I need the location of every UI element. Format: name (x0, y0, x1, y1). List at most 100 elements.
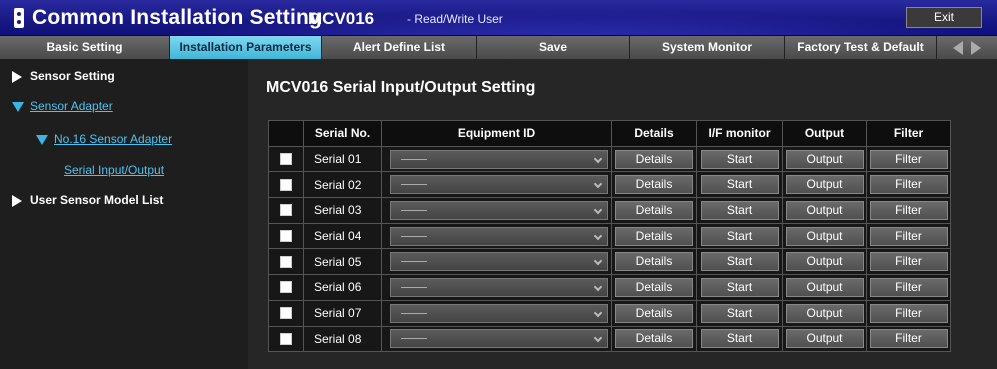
output-button[interactable]: Output (785, 175, 864, 195)
column-header-output: Output (782, 120, 867, 147)
if-monitor-start-button[interactable]: Start (700, 277, 779, 297)
equipment-id-select[interactable] (390, 226, 608, 246)
details-button[interactable]: Details (615, 175, 693, 195)
monitor-cell: Start (696, 171, 783, 199)
details-button[interactable]: Details (615, 149, 693, 169)
if-monitor-start-button[interactable]: Start (700, 329, 779, 349)
sidebar-item-sensor-adapter[interactable]: Sensor Adapter (12, 99, 113, 113)
chevron-down-icon (593, 257, 603, 266)
serial-no: Serial 05 (303, 248, 382, 276)
filter-button[interactable]: Filter (869, 175, 948, 195)
tab-scroll-right-icon[interactable] (971, 40, 981, 55)
sidebar-item-sensor-setting[interactable]: Sensor Setting (12, 69, 115, 83)
if-monitor-start-button[interactable]: Start (700, 200, 779, 220)
output-button[interactable]: Output (785, 149, 864, 169)
details-button[interactable]: Details (615, 277, 693, 297)
serial-no: Serial 01 (303, 145, 382, 173)
details-button[interactable]: Details (615, 200, 693, 220)
column-header-equipment-id: Equipment ID (381, 120, 612, 147)
main-tabs: Basic Setting Installation Parameters Al… (0, 36, 997, 59)
table-row: Serial 08 Details Start Output Filter (268, 325, 951, 353)
empty-value-dash (401, 184, 427, 186)
output-button[interactable]: Output (785, 200, 864, 220)
sidebar-item-no16-sensor-adapter[interactable]: No.16 Sensor Adapter (36, 132, 172, 146)
table-header-row: Serial No. Equipment ID Details I/F moni… (268, 120, 951, 147)
tab-alert-define-list[interactable]: Alert Define List (322, 36, 477, 59)
equipment-id-select[interactable] (390, 175, 608, 195)
triangle-right-icon (12, 70, 22, 83)
if-monitor-start-button[interactable]: Start (700, 303, 779, 323)
filter-button[interactable]: Filter (869, 303, 948, 323)
tab-scroll-left-icon[interactable] (953, 40, 963, 55)
table-row: Serial 02 Details Start Output Filter (268, 171, 951, 199)
details-cell: Details (611, 248, 697, 276)
filter-button[interactable]: Filter (869, 200, 948, 220)
details-button[interactable]: Details (615, 226, 693, 246)
output-button[interactable]: Output (785, 226, 864, 246)
row-checkbox[interactable] (280, 178, 292, 191)
equipment-cell (381, 197, 612, 224)
equipment-id-select[interactable] (390, 329, 608, 349)
details-button[interactable]: Details (615, 303, 693, 323)
filter-button[interactable]: Filter (869, 252, 948, 272)
column-header-filter: Filter (866, 120, 951, 147)
equipment-id-select[interactable] (390, 303, 608, 323)
filter-button[interactable]: Filter (869, 226, 948, 246)
output-button[interactable]: Output (785, 329, 864, 349)
exit-button[interactable]: Exit (906, 7, 982, 28)
serial-no: Serial 08 (303, 325, 382, 353)
empty-value-dash (401, 158, 427, 160)
monitor-cell: Start (696, 145, 783, 173)
equipment-id-select[interactable] (390, 277, 608, 297)
row-checkbox[interactable] (280, 153, 292, 166)
equipment-id-select[interactable] (390, 200, 608, 220)
sidebar-item-user-sensor-model-list[interactable]: User Sensor Model List (12, 193, 163, 207)
chevron-down-icon (593, 282, 603, 292)
tab-installation-parameters[interactable]: Installation Parameters (170, 36, 322, 59)
filter-button[interactable]: Filter (869, 277, 948, 297)
details-button[interactable]: Details (615, 329, 693, 349)
row-checkbox[interactable] (280, 307, 292, 320)
empty-value-dash (401, 312, 427, 314)
tab-basic-setting[interactable]: Basic Setting (0, 36, 170, 59)
equipment-id-select[interactable] (390, 149, 608, 169)
tab-save[interactable]: Save (477, 36, 630, 59)
sidebar-item-label: No.16 Sensor Adapter (54, 132, 173, 146)
output-button[interactable]: Output (785, 277, 864, 297)
row-checkbox[interactable] (280, 255, 292, 268)
row-checkbox[interactable] (280, 281, 292, 294)
sidebar-item-label: Sensor Setting (30, 69, 115, 83)
if-monitor-start-button[interactable]: Start (700, 252, 779, 272)
chevron-down-icon (593, 179, 603, 189)
if-monitor-start-button[interactable]: Start (700, 175, 779, 195)
table-row: Serial 01 Details Start Output Filter (268, 145, 951, 173)
details-cell: Details (611, 299, 697, 327)
serial-no: Serial 03 (303, 197, 382, 224)
triangle-down-icon (12, 101, 24, 112)
tab-system-monitor[interactable]: System Monitor (630, 36, 785, 59)
monitor-cell: Start (696, 197, 783, 224)
serial-no: Serial 06 (303, 274, 382, 301)
if-monitor-start-button[interactable]: Start (700, 226, 779, 246)
checkbox-cell (268, 222, 304, 250)
row-checkbox[interactable] (280, 230, 292, 243)
filter-button[interactable]: Filter (869, 149, 948, 169)
column-header-select (268, 120, 304, 147)
sidebar: Sensor Setting Sensor Adapter No.16 Sens… (0, 59, 248, 369)
output-cell: Output (782, 145, 867, 173)
row-checkbox[interactable] (280, 204, 292, 217)
triangle-right-icon (12, 194, 22, 207)
app-title: Common Installation Setting (32, 6, 323, 29)
if-monitor-start-button[interactable]: Start (700, 149, 779, 169)
output-button[interactable]: Output (785, 303, 864, 323)
details-button[interactable]: Details (615, 252, 693, 272)
sidebar-item-serial-input-output[interactable]: Serial Input/Output (64, 163, 164, 177)
filter-cell: Filter (866, 248, 951, 276)
row-checkbox[interactable] (280, 332, 292, 345)
equipment-id-select[interactable] (390, 252, 608, 272)
filter-button[interactable]: Filter (869, 329, 948, 349)
output-button[interactable]: Output (785, 252, 864, 272)
checkbox-cell (268, 171, 304, 199)
tab-factory-test-default[interactable]: Factory Test & Default (785, 36, 937, 59)
output-cell: Output (782, 299, 867, 327)
